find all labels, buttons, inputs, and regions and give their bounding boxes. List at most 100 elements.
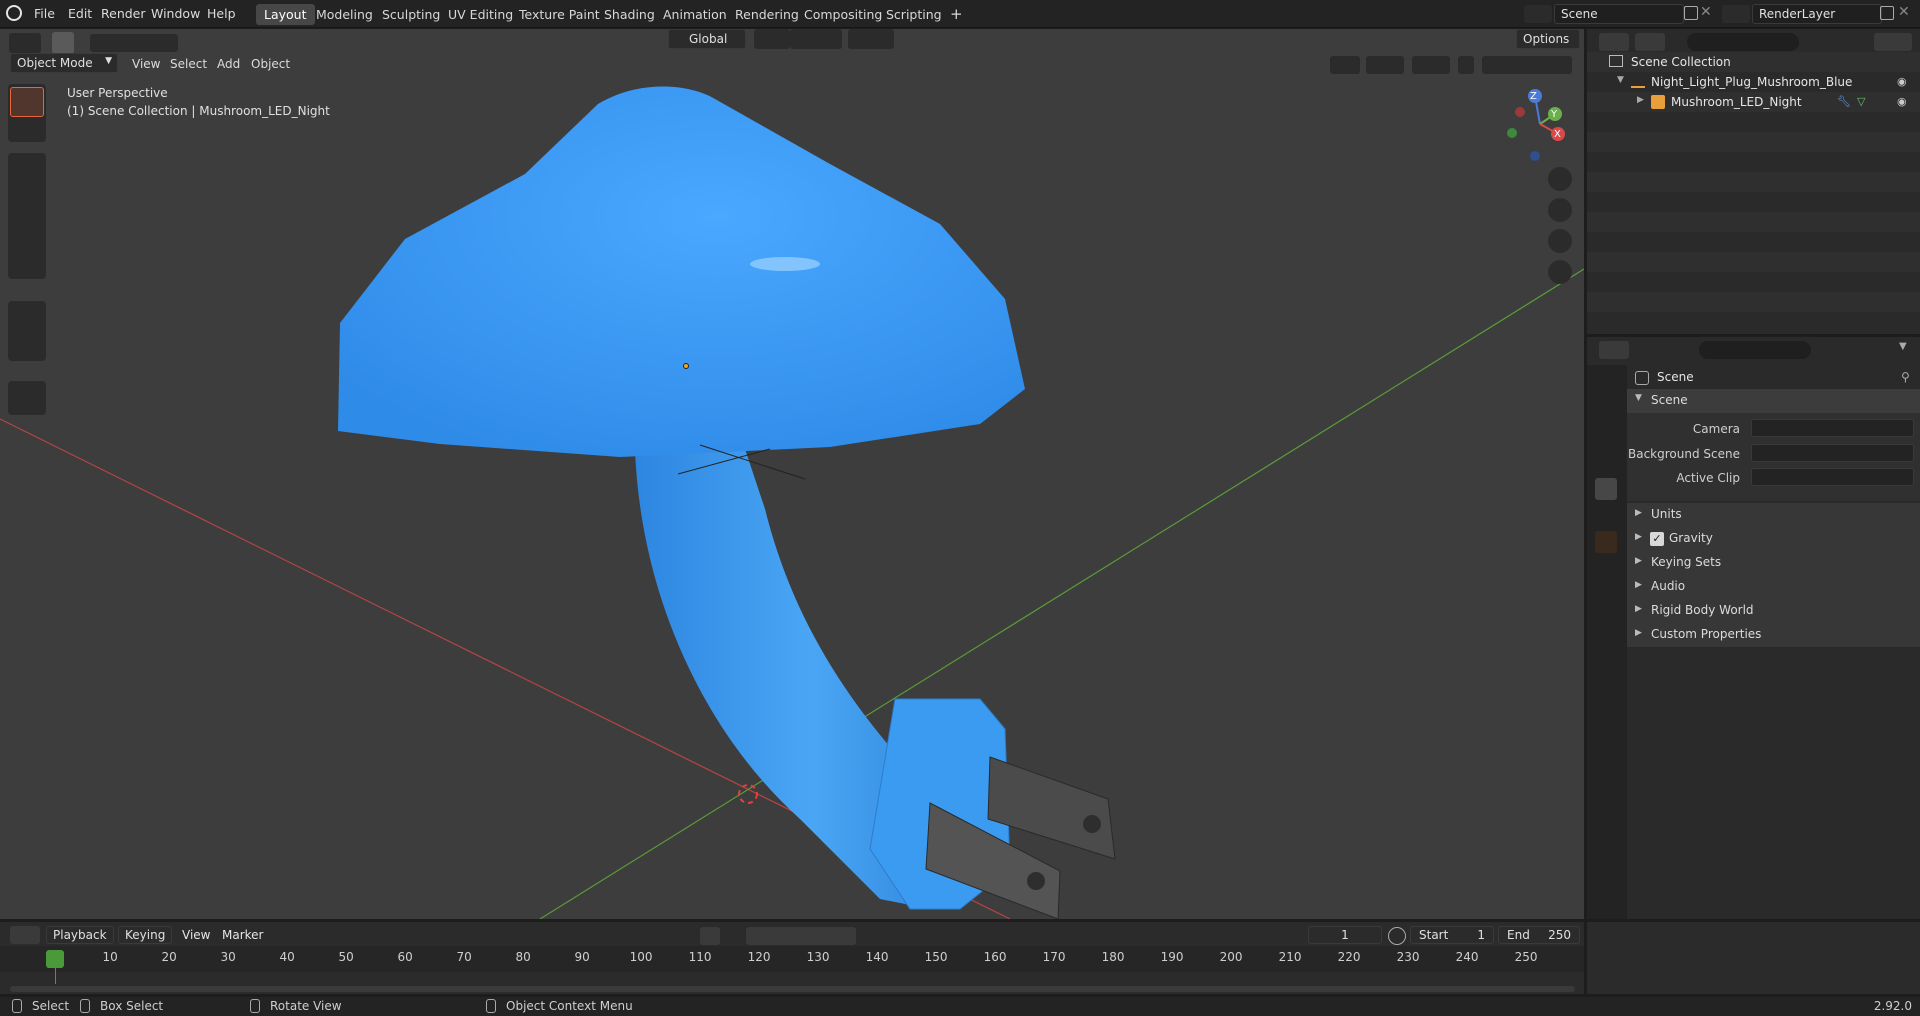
chevron-down-icon[interactable]: ▼ (1899, 341, 1907, 352)
data-tab-icon[interactable] (1595, 646, 1617, 668)
pin-icon[interactable]: ⚲ (1901, 370, 1910, 384)
expand-arrow-icon[interactable]: ▼ (1617, 75, 1624, 85)
timeline-editor-type-icon[interactable] (10, 926, 40, 944)
playhead[interactable] (46, 950, 64, 968)
expand-arrow-icon[interactable]: ▶ (1637, 95, 1644, 105)
tab-uv-editing[interactable]: UV Editing (440, 4, 521, 25)
pivot-point-icon[interactable] (754, 29, 790, 49)
ortho-grid-icon[interactable] (1548, 260, 1572, 284)
preview-range-icon[interactable] (1388, 927, 1406, 945)
texture-tab-icon[interactable] (1595, 699, 1617, 721)
new-scene-icon[interactable] (1684, 6, 1698, 20)
menu-window[interactable]: Window (151, 6, 200, 21)
outliner-row-object[interactable]: ▶ Mushroom_LED_Night 🔧︎ ▽ ◉ (1587, 92, 1920, 112)
camera-view-icon[interactable] (1548, 229, 1572, 253)
world-tab-icon[interactable] (1595, 501, 1617, 523)
constraints-tab-icon[interactable] (1595, 623, 1617, 645)
editor-type-icon[interactable] (9, 33, 41, 53)
options-dropdown[interactable]: Options (1516, 29, 1580, 49)
add-cube-tool-icon[interactable] (10, 383, 44, 413)
render-layer-field[interactable]: RenderLayer (1752, 4, 1882, 24)
menu-view[interactable]: View (182, 928, 210, 942)
menu-select[interactable]: Select (170, 57, 207, 79)
menu-view[interactable]: View (132, 57, 160, 79)
menu-render[interactable]: Render (101, 6, 146, 21)
gizmo-toggle-icon[interactable] (1366, 56, 1404, 74)
timeline[interactable]: Playback Keying View Marker 1 Start 1 En… (0, 922, 1584, 994)
panel-custom-properties-header[interactable]: ▶ Custom Properties (1627, 623, 1920, 647)
menu-help[interactable]: Help (207, 6, 236, 21)
outliner-editor-type-icon[interactable] (1599, 33, 1629, 51)
panel-gravity-header[interactable]: ▶ ✓ Gravity (1627, 527, 1920, 551)
particles-tab-icon[interactable] (1595, 577, 1617, 599)
camera-field[interactable] (1751, 419, 1914, 437)
panel-rigid-body-header[interactable]: ▶ Rigid Body World (1627, 599, 1920, 623)
select-box-tool-icon[interactable] (10, 87, 44, 117)
move-tool-icon[interactable] (10, 155, 44, 185)
cursor-tool-icon[interactable] (10, 117, 44, 147)
tab-compositing[interactable]: Compositing (796, 4, 890, 25)
zoom-icon[interactable] (1548, 167, 1572, 191)
modifier-tab-icon[interactable] (1595, 554, 1617, 576)
rotate-tool-icon[interactable] (10, 185, 44, 215)
tab-animation[interactable]: Animation (655, 4, 735, 25)
keying-menu[interactable]: Keying (118, 926, 172, 944)
select-tool-icon[interactable] (52, 32, 74, 54)
material-tab-icon[interactable] (1595, 669, 1617, 691)
select-mode-buttons[interactable] (90, 34, 178, 52)
record-icon[interactable] (700, 927, 720, 945)
tab-texture-paint[interactable]: Texture Paint (511, 4, 608, 25)
modifier-wrench-icon[interactable]: 🔧︎ (1837, 95, 1851, 108)
scene-browse-icon[interactable] (1524, 5, 1552, 23)
outliner-search-input[interactable] (1687, 33, 1799, 51)
menu-edit[interactable]: Edit (68, 6, 92, 21)
tab-modeling[interactable]: Modeling (308, 4, 381, 25)
menu-marker[interactable]: Marker (222, 928, 263, 942)
blender-logo-icon[interactable] (6, 5, 22, 21)
proportional-edit-icon[interactable] (848, 29, 894, 49)
render-layer-browse-icon[interactable] (1722, 5, 1750, 23)
delete-render-layer-icon[interactable]: ✕ (1898, 4, 1910, 20)
tab-layout[interactable]: Layout (256, 4, 315, 25)
tab-shading[interactable]: Shading (596, 4, 663, 25)
display-mode-icon[interactable] (1635, 33, 1665, 51)
tool-tab-icon[interactable] (1595, 375, 1617, 397)
physics-tab-icon[interactable] (1595, 600, 1617, 622)
panel-audio-header[interactable]: ▶ Audio (1627, 575, 1920, 599)
end-frame-field[interactable]: End 250 (1498, 926, 1580, 944)
snap-icon[interactable] (790, 29, 842, 49)
playback-menu[interactable]: Playback (46, 926, 114, 944)
render-tab-icon[interactable] (1595, 404, 1617, 426)
panel-units-header[interactable]: ▶ Units (1627, 503, 1920, 527)
playback-controls[interactable] (746, 927, 856, 945)
delete-scene-icon[interactable]: ✕ (1700, 4, 1712, 20)
scale-tool-icon[interactable] (10, 215, 44, 245)
object-tab-icon[interactable] (1595, 531, 1617, 553)
outliner-row-collection[interactable]: ▼ Night_Light_Plug_Mushroom_Blue ◉ (1587, 72, 1920, 92)
add-workspace-button[interactable]: + (942, 2, 971, 23)
visibility-icon[interactable] (1330, 56, 1360, 74)
current-frame-field[interactable]: 1 (1308, 926, 1382, 944)
panel-scene-header[interactable]: ▼ Scene (1627, 389, 1920, 413)
outliner-row-scene-collection[interactable]: Scene Collection (1587, 52, 1920, 72)
properties-editor-type-icon[interactable] (1599, 341, 1629, 359)
menu-add[interactable]: Add (217, 57, 240, 79)
navigation-gizmo[interactable] (1500, 84, 1580, 164)
properties-editor[interactable]: ▼ Scene ⚲ ▼ Scene Camera Background Scen… (1587, 337, 1920, 919)
active-clip-field[interactable] (1751, 468, 1914, 486)
panel-keying-sets-header[interactable]: ▶ Keying Sets (1627, 551, 1920, 575)
mesh-data-icon[interactable]: ▽ (1857, 95, 1865, 108)
xray-toggle-icon[interactable] (1458, 56, 1474, 74)
transform-orientation-dropdown[interactable]: Global (668, 29, 746, 49)
scene-tab-icon[interactable] (1595, 478, 1617, 500)
frame-ruler[interactable]: 1102030405060708090100110120130140150160… (0, 946, 1584, 972)
eye-icon[interactable]: ◉ (1897, 75, 1907, 88)
menu-object[interactable]: Object (251, 57, 290, 79)
filter-icon[interactable] (1874, 33, 1912, 51)
outliner[interactable]: Scene Collection ▼ Night_Light_Plug_Mush… (1587, 29, 1920, 334)
output-tab-icon[interactable] (1595, 428, 1617, 450)
menu-file[interactable]: File (34, 6, 55, 21)
pan-hand-icon[interactable] (1548, 198, 1572, 222)
tab-scripting[interactable]: Scripting (878, 4, 950, 25)
object-mode-dropdown[interactable]: Object Mode ▼ (10, 53, 118, 73)
